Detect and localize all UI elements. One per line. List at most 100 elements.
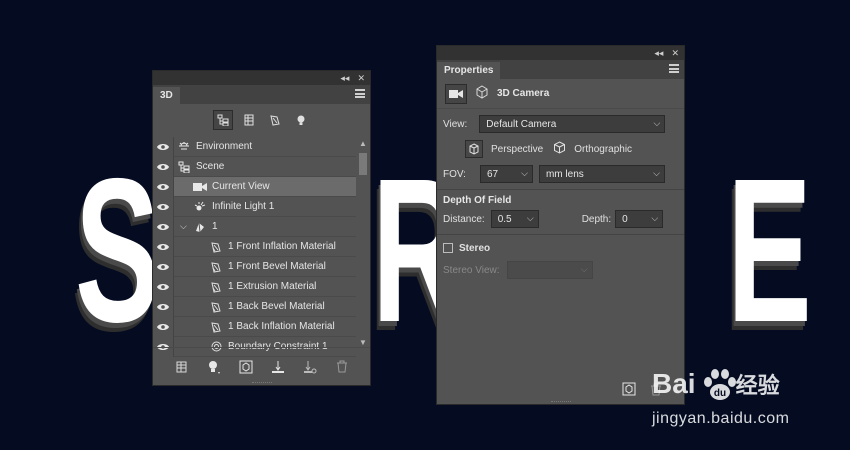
view-select[interactable]: Default Camera ⌵ [479,115,666,133]
dof-row: Distance: 0.5 ⌵ Depth: 0 ⌵ [437,208,684,230]
delete-icon[interactable] [334,359,350,375]
render-icon[interactable] [238,359,254,375]
watermark-brand-left: Bai [652,368,696,399]
eye-icon[interactable] [153,216,174,237]
panel-3d-topbar: ◂◂ ✕ [153,71,370,85]
scene-row-content[interactable]: Environment [174,137,356,156]
panel-menu-icon[interactable] [355,89,365,98]
distance-value: 0.5 [497,213,512,225]
stereo-checkbox[interactable] [443,243,453,253]
scene-row[interactable]: Infinite Light 1 [153,196,356,217]
filter-toolbar [153,104,370,136]
mesh-filter-icon[interactable] [239,110,259,130]
close-icon[interactable]: ✕ [357,73,365,84]
scene-row-label: 1 Front Inflation Material [228,241,336,252]
scroll-down-icon[interactable]: ▼ [359,338,367,347]
fov-unit-select[interactable]: mm lens ⌵ [538,165,665,183]
scene-row-content[interactable]: 1 Front Bevel Material [174,257,356,276]
chevron-down-icon[interactable]: ⌵ [527,213,534,224]
scene-row[interactable]: Scene [153,156,356,177]
chevron-down-icon[interactable]: ⌵ [651,213,658,224]
fov-unit-value: mm lens [545,168,584,180]
environment-icon [176,141,192,153]
material-filter-icon[interactable] [265,110,285,130]
orthographic-cube-icon[interactable] [553,141,566,157]
fov-input[interactable]: 67 ⌵ [479,165,533,183]
scene-row-content[interactable]: Infinite Light 1 [174,197,356,216]
perspective-cube-icon[interactable] [465,140,483,158]
drop-to-ground-icon[interactable] [270,359,286,375]
expand-chevron-icon[interactable]: ⌵ [180,221,187,232]
panel-menu-icon[interactable] [669,64,679,73]
add-constraint-icon[interactable] [302,359,318,375]
scene-row-content[interactable]: 1 Back Bevel Material [174,297,356,316]
eye-icon[interactable] [153,176,174,197]
depth-input[interactable]: 0 ⌵ [615,210,664,228]
scene-row-content[interactable]: 1 Extrusion Material [174,277,356,296]
eye-icon[interactable] [153,276,174,297]
projection-row: Perspective Orthographic [437,135,684,163]
scene-row[interactable]: ⌵ 1 [153,216,356,237]
chevron-down-icon: ⌵ [653,168,660,178]
perspective-label[interactable]: Perspective [491,144,543,155]
chevron-down-icon: ⌵ [653,118,661,128]
distance-input[interactable]: 0.5 ⌵ [490,210,539,228]
svg-text:du: du [714,388,726,399]
eye-icon[interactable] [153,136,174,157]
scene-row[interactable]: 1 Extrusion Material [153,276,356,297]
scene-row[interactable]: Environment [153,136,356,157]
scroll-thumb[interactable] [359,153,367,175]
distance-label: Distance: [443,213,485,225]
render-icon[interactable] [622,382,636,396]
section-divider [437,234,684,235]
scene-row[interactable]: 1 Front Bevel Material [153,256,356,277]
eye-icon[interactable] [153,316,174,337]
scroll-up-icon[interactable]: ▲ [359,139,367,148]
mesh-from-layer-icon[interactable] [174,359,190,375]
scene-tree: Environment Scene Current View Infinite Lig… [153,136,356,357]
stereo-label[interactable]: Stereo [459,243,490,254]
scene-filter-icon[interactable] [212,110,233,130]
watermark-brand-right: 经验 [735,373,780,398]
scene-row-content[interactable]: 1 [174,217,356,236]
eye-icon[interactable] [153,256,174,277]
chevron-down-icon[interactable]: ⌵ [521,168,528,179]
properties-header: 3D Camera [437,79,684,109]
stereo-view-select[interactable]: ⌵ [506,261,593,279]
scene-row-content[interactable]: Current View [174,177,356,196]
orthographic-label[interactable]: Orthographic [574,144,632,155]
tab-properties[interactable]: Properties [437,62,501,79]
camera-mode-icon[interactable] [445,83,467,104]
mesh-icon [192,221,208,233]
resize-grip[interactable] [550,401,571,402]
properties-panel: ◂◂ ✕ Properties 3D Camera View: Default … [436,45,685,405]
chevron-down-icon: ⌵ [580,264,588,274]
scene-row-label: 1 Back Inflation Material [228,321,335,332]
scene-row[interactable]: 1 Front Inflation Material [153,236,356,257]
coordinates-mode-icon[interactable] [475,85,489,102]
scene-scrollbar[interactable]: ▲ ▼ [356,137,370,349]
3d-panel: ◂◂ ✕ 3D Environment Scene Current View Infi… [152,70,371,386]
collapse-icon[interactable]: ◂◂ [340,73,349,84]
collapse-icon[interactable]: ◂◂ [654,48,663,59]
eye-icon[interactable] [153,236,174,257]
eye-icon[interactable] [153,156,174,177]
add-light-icon[interactable] [206,359,222,375]
scene-row[interactable]: 1 Back Inflation Material [153,316,356,337]
bg-letter-e: E [727,136,812,365]
tab-3d[interactable]: 3D [153,87,180,104]
resize-grip[interactable] [251,382,272,383]
properties-title: 3D Camera [497,88,550,99]
light-filter-icon[interactable] [291,110,311,130]
scene-row-content[interactable]: 1 Front Inflation Material [174,237,356,256]
bg-letter-s: S [75,136,160,365]
watermark-url: jingyan.baidu.com [652,410,790,427]
eye-icon[interactable] [153,196,174,217]
scene-row-content[interactable]: 1 Back Inflation Material [174,317,356,336]
camera-icon [192,182,208,192]
scene-row-content[interactable]: Scene [174,157,356,176]
close-icon[interactable]: ✕ [671,48,679,59]
eye-icon[interactable] [153,296,174,317]
scene-row[interactable]: Current View [153,176,356,197]
scene-row[interactable]: 1 Back Bevel Material [153,296,356,317]
